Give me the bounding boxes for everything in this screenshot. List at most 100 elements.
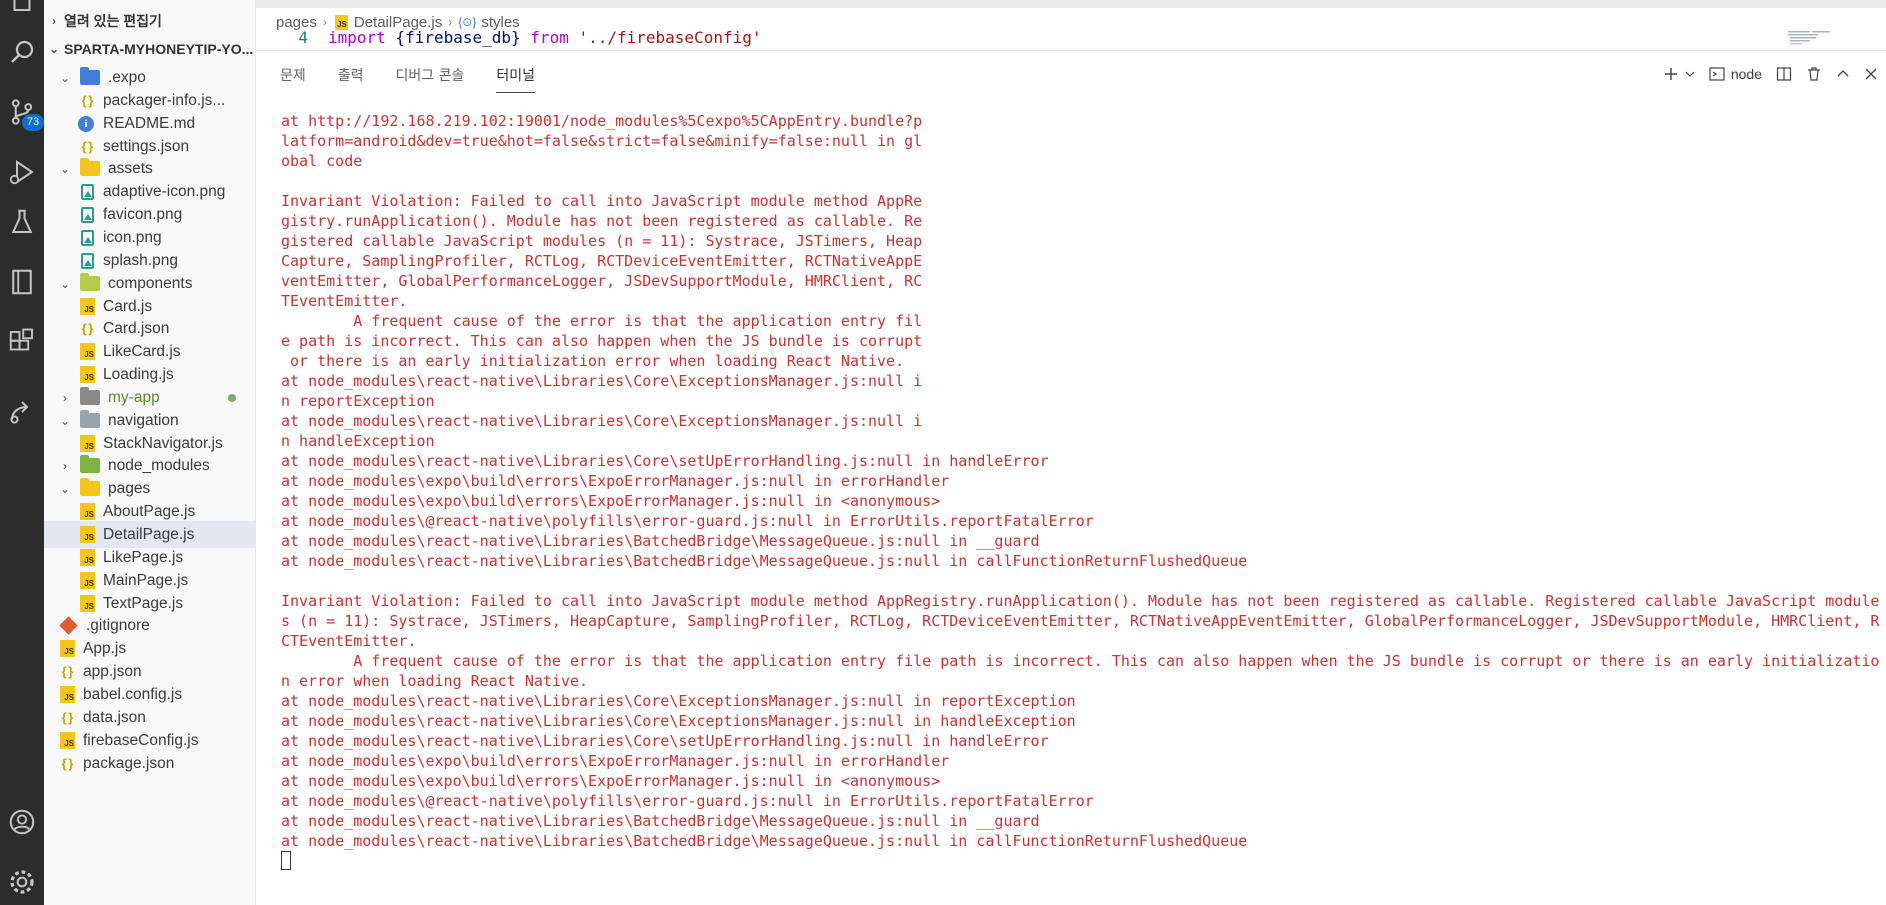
folder-icon (80, 410, 100, 428)
terminal-line: TEventEmitter. (281, 292, 408, 310)
js-file-icon: JS (80, 503, 95, 520)
js-file-icon: JS (80, 549, 95, 566)
minimap[interactable] (1786, 30, 1846, 48)
tree-item-label: data.json (83, 708, 146, 726)
terminal-line: Invariant Violation: Failed to call into… (281, 192, 923, 210)
testing-icon[interactable] (0, 200, 44, 244)
js-file-icon: JS (80, 343, 95, 360)
tree-item-label: app.json (83, 662, 142, 680)
terminal-line: gistry.runApplication(). Module has not … (281, 212, 923, 230)
tree-item-label: StackNavigator.js (103, 434, 223, 452)
tree-file[interactable]: { } package.json (44, 750, 255, 777)
js-file-icon: JS (60, 732, 75, 749)
project-label: SPARTA-MYHONEYTIP-YO... (64, 41, 254, 57)
js-file-icon: JS (80, 435, 95, 452)
code-string: '../firebaseConfig' (568, 28, 762, 47)
kill-terminal-button[interactable] (1806, 63, 1822, 85)
tree-item-label: Loading.js (103, 365, 174, 383)
files-icon[interactable] (0, 0, 44, 22)
json-file-icon: { } (61, 756, 74, 771)
terminal-line: ventEmitter, GlobalPerformanceLogger, JS… (281, 272, 923, 290)
terminal-line: CTEventEmitter. (281, 632, 417, 650)
folder-icon (80, 455, 100, 473)
tree-item-label: settings.json (103, 137, 190, 155)
tab-terminal[interactable]: 터미널 (496, 65, 535, 93)
terminal-line: at node_modules\expo\build\errors\ExpoEr… (281, 472, 950, 490)
terminal-line: Capture, SamplingProfiler, RCTLog, RCTDe… (281, 252, 923, 270)
close-panel-button[interactable] (1864, 63, 1878, 85)
json-file-icon: { } (61, 664, 74, 679)
plus-icon (1664, 68, 1677, 80)
tree-item-label: .expo (108, 68, 146, 86)
terminal-line: A frequent cause of the error is that th… (281, 312, 923, 330)
settings-gear-icon[interactable] (0, 860, 44, 904)
terminal-line: at node_modules\react-native\Libraries\C… (281, 732, 1049, 750)
source-control-badge: 73 (22, 114, 44, 131)
notebook-icon[interactable] (0, 260, 44, 304)
remote-icon[interactable] (0, 390, 44, 434)
tree-item-label: README.md (103, 114, 196, 132)
search-icon[interactable] (0, 30, 44, 74)
tree-item-label: navigation (108, 411, 179, 429)
chevron-right-icon: › (63, 390, 67, 405)
terminal-line: latform=android&dev=true&hot=false&stric… (281, 132, 923, 150)
terminal-line: at node_modules\react-native\Libraries\C… (281, 692, 1076, 710)
js-file-icon: JS (80, 526, 95, 543)
tree-item-label: adaptive-icon.png (103, 182, 226, 200)
chevron-down-icon: ⌄ (48, 42, 60, 56)
trash-icon (1808, 67, 1820, 81)
new-terminal-button[interactable] (1663, 63, 1695, 85)
folder-icon (80, 478, 100, 496)
source-control-icon[interactable]: 73 (0, 90, 44, 134)
open-editors-label: 열려 있는 편집기 (64, 13, 162, 29)
chevron-down-icon: ⌄ (59, 70, 71, 85)
terminal-prompt[interactable] (281, 851, 1881, 871)
js-file-icon: JS (60, 640, 75, 657)
tab-output[interactable]: 출력 (338, 65, 364, 91)
tree-item-label: pages (108, 479, 151, 497)
tree-item-label: assets (108, 159, 153, 177)
chevron-right-icon: › (322, 15, 327, 29)
tab-problems[interactable]: 문제 (280, 65, 306, 91)
bottom-panel: 문제 출력 디버그 콘솔 터미널 node at http://192.168.… (256, 50, 1886, 905)
folder-icon (80, 273, 100, 291)
editor-tab-strip (256, 0, 1886, 8)
code-line[interactable]: 4 import {firebase_db} from '../firebaseC… (256, 28, 1756, 48)
tree-item-label: node_modules (108, 456, 210, 474)
maximize-panel-button[interactable] (1836, 63, 1850, 85)
tree-item-label: MainPage.js (103, 571, 189, 589)
run-debug-icon[interactable] (0, 150, 44, 194)
open-editors-header[interactable]: › 열려 있는 편집기 (44, 8, 255, 34)
extensions-icon[interactable] (0, 320, 44, 364)
js-file-icon: JS (80, 595, 95, 612)
terminal-output[interactable]: at http://192.168.219.102:19001/node_mod… (281, 111, 1881, 871)
terminal-line: obal code (281, 152, 363, 170)
terminal-line: n error when loading React Native. (281, 672, 589, 690)
terminal-line: or there is an early initialization erro… (281, 352, 905, 370)
project-header[interactable]: ⌄ SPARTA-MYHONEYTIP-YO... (44, 36, 255, 62)
editor-area: pages › JS DetailPage.js › {⊙} styles 4i… (256, 0, 1886, 49)
chevron-down-icon: ⌄ (59, 481, 71, 496)
terminal-line: at node_modules\expo\build\errors\ExpoEr… (281, 752, 950, 770)
terminal-line: at node_modules\react-native\Libraries\C… (281, 372, 923, 390)
tree-item-label: package.json (83, 754, 175, 772)
account-icon[interactable] (0, 800, 44, 844)
tree-item-label: components (108, 274, 193, 292)
split-terminal-button[interactable] (1776, 63, 1792, 85)
image-file-icon (81, 252, 94, 269)
image-file-icon (81, 183, 94, 200)
tree-item-label: AboutPage.js (103, 502, 196, 520)
terminal-line: at node_modules\react-native\Libraries\B… (281, 532, 1040, 550)
tree-item-label: babel.config.js (83, 685, 183, 703)
tab-debug-console[interactable]: 디버그 콘솔 (396, 65, 465, 91)
symbol-object-icon: {⊙} (458, 15, 477, 29)
terminal-line: at node_modules\@react-native\polyfills\… (281, 792, 1094, 810)
terminal-line: at node_modules\react-native\Libraries\C… (281, 412, 923, 430)
git-icon (59, 616, 78, 635)
terminal-selector[interactable]: node (1709, 63, 1762, 85)
activity-bar: 73 (0, 0, 44, 905)
terminal-line: e path is incorrect. This can also happe… (281, 332, 923, 350)
chevron-down-icon: ⌄ (59, 161, 71, 176)
